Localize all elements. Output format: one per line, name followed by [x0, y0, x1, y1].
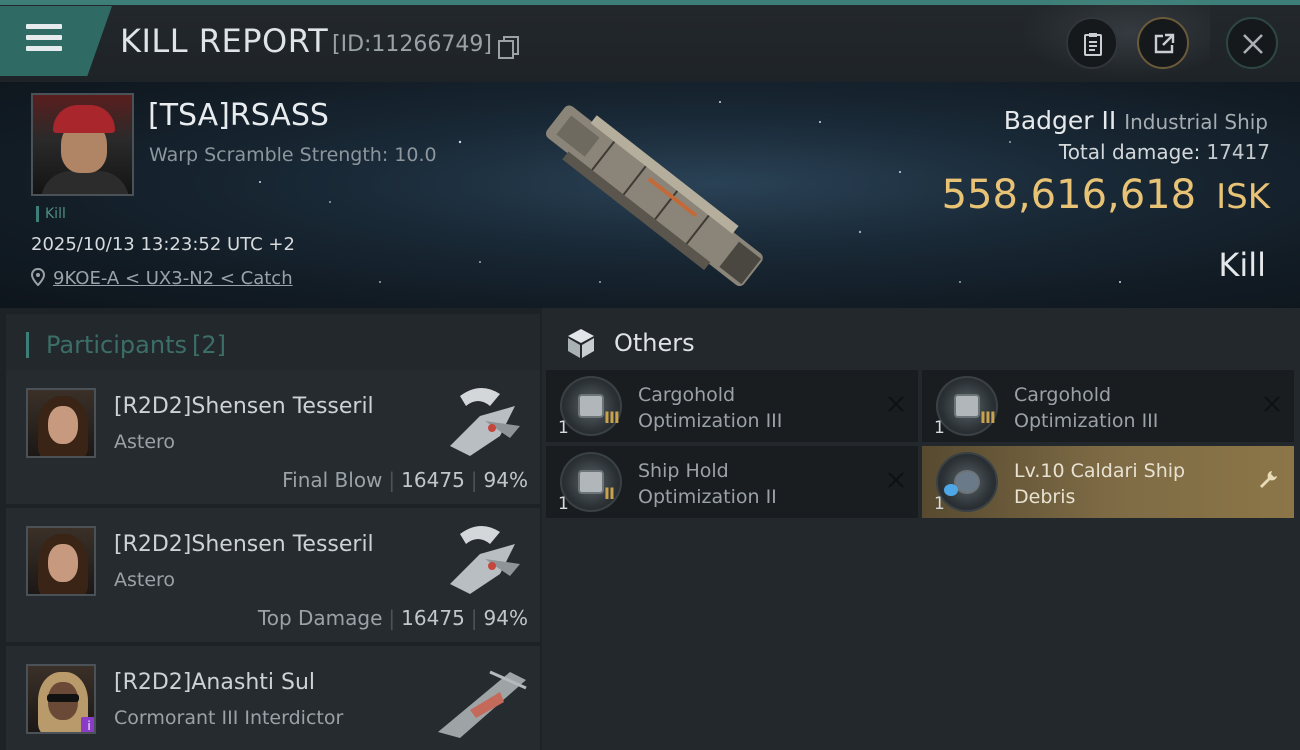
- result-label: Kill: [1218, 246, 1266, 284]
- participant-percent: 94%: [483, 468, 528, 492]
- isk-unit: ISK: [1216, 177, 1270, 217]
- item-quantity: 1: [934, 494, 945, 514]
- top-bar: KILL REPORT [ID:11266749]: [0, 0, 1300, 82]
- destroyed-x-icon: [886, 394, 906, 414]
- ship-hold-module-icon: [560, 452, 622, 512]
- close-button[interactable]: [1226, 17, 1278, 69]
- participant-row[interactable]: i [R2D2]Anashti Sul Cormorant III Interd…: [6, 646, 540, 750]
- cargohold-module-icon: [936, 376, 998, 436]
- item-name: Cargohold Optimization III: [1014, 382, 1234, 434]
- share-icon: [1154, 33, 1175, 54]
- participant-row[interactable]: [R2D2]Shensen Tesseril Astero Top Damage…: [6, 508, 540, 642]
- participant-role: Final Blow: [282, 468, 383, 492]
- item-name-line: Optimization III: [638, 410, 783, 432]
- others-title: Others: [614, 329, 695, 357]
- participant-role: Top Damage: [257, 606, 383, 630]
- kill-tag: Kill: [36, 206, 66, 222]
- participant-name: [R2D2]Anashti Sul: [114, 670, 316, 695]
- participant-ship-image: [450, 525, 520, 594]
- item-name-line: Cargohold: [638, 384, 736, 406]
- others-panel: Others 1 III Cargohold Optimization III …: [542, 308, 1300, 750]
- item-name: Lv.10 Caldari Ship Debris: [1014, 458, 1234, 510]
- page-title: KILL REPORT: [120, 22, 329, 60]
- info-badge: i: [81, 717, 94, 732]
- participants-count: [2]: [192, 331, 226, 359]
- participant-avatar: [26, 526, 96, 596]
- wrench-icon[interactable]: [1256, 468, 1280, 492]
- victim-pilot-name[interactable]: [TSA]RSASS: [148, 98, 329, 133]
- participant-row[interactable]: [R2D2]Shensen Tesseril Astero Final Blow…: [6, 370, 540, 504]
- victim-avatar[interactable]: [31, 93, 134, 196]
- participant-avatar: [26, 388, 96, 458]
- victim-ship-image: [545, 105, 763, 287]
- item-name: Cargohold Optimization III: [638, 382, 858, 434]
- copy-icon[interactable]: [498, 36, 519, 59]
- item-tier: II: [604, 484, 615, 503]
- item-slot[interactable]: 1 III Cargohold Optimization III: [546, 370, 918, 442]
- item-quantity: 1: [934, 418, 945, 438]
- item-quantity: 1: [558, 418, 569, 438]
- close-icon: [1243, 34, 1263, 54]
- clipboard-button[interactable]: [1066, 17, 1118, 69]
- item-slot-highlighted[interactable]: 1 Lv.10 Caldari Ship Debris: [922, 446, 1294, 518]
- victim-banner: [TSA]RSASS Warp Scramble Strength: 10.0 …: [0, 82, 1300, 308]
- share-button[interactable]: [1137, 17, 1189, 69]
- participant-ship: Cormorant III Interdictor: [114, 707, 344, 729]
- item-name-line: Ship Hold: [638, 460, 729, 482]
- participant-stats: Top Damage | 16475 | 94%: [257, 606, 528, 630]
- isk-value: 558,616,618 ISK: [942, 172, 1270, 218]
- item-quantity: 1: [558, 494, 569, 514]
- participant-percent: 94%: [483, 606, 528, 630]
- participant-damage: 16475: [401, 606, 465, 630]
- total-damage-label: Total damage:: [1058, 140, 1201, 164]
- item-name-line: Lv.10 Caldari Ship: [1014, 460, 1186, 482]
- cube-icon: [568, 329, 594, 358]
- item-name-line: Cargohold: [1014, 384, 1112, 406]
- ship-name-text: Badger II: [1003, 106, 1117, 135]
- item-name-line: Optimization II: [638, 486, 777, 508]
- kill-location-link[interactable]: 9KOE-A < UX3-N2 < Catch: [53, 268, 293, 289]
- destroyed-x-icon: [1262, 394, 1282, 414]
- item-name: Ship Hold Optimization II: [638, 458, 858, 510]
- ship-class-text: Industrial Ship: [1124, 110, 1268, 134]
- destroyed-x-icon: [886, 470, 906, 490]
- participant-ship: Astero: [114, 569, 176, 591]
- item-name-line: Debris: [1014, 486, 1076, 508]
- warp-scramble-strength: Warp Scramble Strength: 10.0: [149, 144, 437, 166]
- participant-name: [R2D2]Shensen Tesseril: [114, 394, 374, 419]
- item-slot[interactable]: 1 III Cargohold Optimization III: [922, 370, 1294, 442]
- participant-name: [R2D2]Shensen Tesseril: [114, 532, 374, 557]
- item-name-line: Optimization III: [1014, 410, 1159, 432]
- participant-avatar: i: [26, 664, 96, 734]
- total-damage-value: 17417: [1206, 140, 1270, 164]
- kill-timestamp: 2025/10/13 13:23:52 UTC +2: [31, 234, 295, 255]
- participant-stats: Final Blow | 16475 | 94%: [282, 468, 528, 492]
- report-id: [ID:11266749]: [332, 32, 492, 57]
- isk-amount: 558,616,618: [941, 172, 1197, 218]
- item-slot[interactable]: 1 II Ship Hold Optimization II: [546, 446, 918, 518]
- clipboard-icon: [1084, 33, 1102, 56]
- ship-debris-icon: [936, 452, 998, 512]
- participants-panel: Participants [2] [R2D2]Shensen Tesseril …: [0, 308, 542, 750]
- item-tier: III: [604, 408, 620, 427]
- participants-header: Participants [2]: [6, 314, 540, 372]
- participant-ship: Astero: [114, 431, 176, 453]
- cargohold-module-icon: [560, 376, 622, 436]
- menu-icon[interactable]: [26, 22, 64, 56]
- participant-damage: 16475: [401, 468, 465, 492]
- location-pin-icon: [31, 268, 45, 286]
- participant-ship-image: [450, 387, 520, 456]
- participants-title: Participants: [46, 331, 187, 359]
- victim-ship-name[interactable]: Badger II Industrial Ship: [1004, 106, 1268, 135]
- item-tier: III: [980, 408, 996, 427]
- participant-ship-image: [438, 670, 527, 738]
- total-damage: Total damage: 17417: [1059, 140, 1270, 164]
